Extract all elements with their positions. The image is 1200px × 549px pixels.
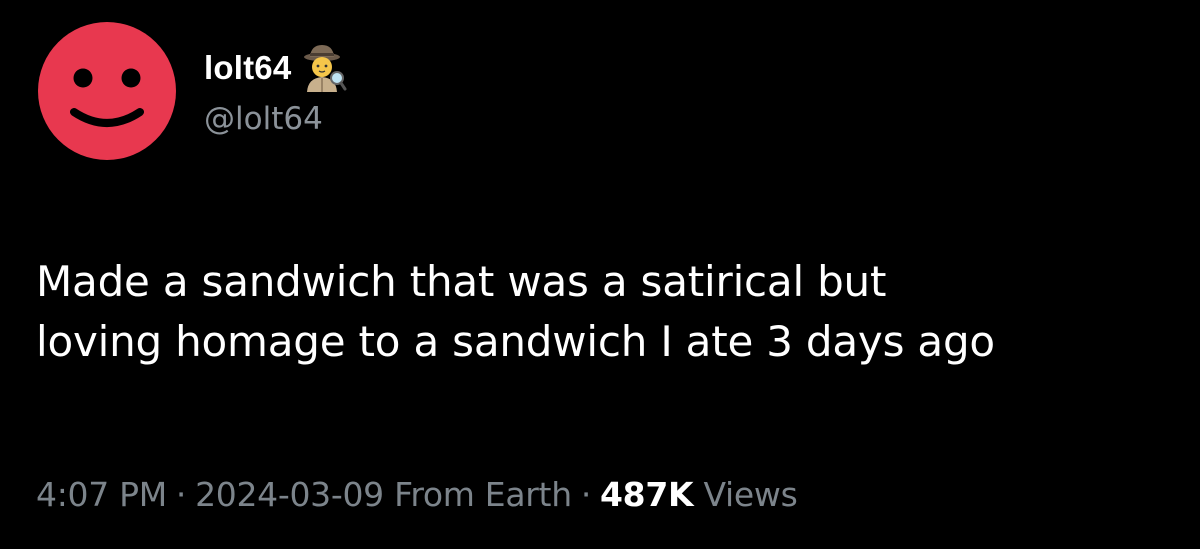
display-name[interactable]: lolt64 (204, 49, 291, 87)
detective-emoji-icon (301, 42, 347, 94)
tweet-meta: 4:07 PM · 2024-03-09 From Earth · 487K Views (36, 475, 798, 514)
user-handle[interactable]: @lolt64 (204, 101, 323, 137)
meta-separator: · (175, 475, 187, 514)
tweet-time[interactable]: 4:07 PM (36, 475, 167, 514)
tweet-date[interactable]: 2024-03-09 (195, 475, 384, 514)
views-count: 487K (600, 475, 694, 514)
tweet-card: lolt64 @lolt64 Made a sandwich that was … (0, 0, 1200, 549)
tweet-text-line: Made a sandwich that was a satirical but (36, 257, 887, 306)
smiley-face-icon (38, 22, 176, 160)
tweet-source: From Earth (394, 475, 572, 514)
author-name-row: lolt64 (204, 40, 347, 96)
meta-separator: · (580, 475, 592, 514)
views-label: Views (703, 475, 798, 514)
tweet-text-line: loving homage to a sandwich I ate 3 days… (36, 317, 995, 366)
tweet-text: Made a sandwich that was a satirical but… (36, 252, 1166, 372)
avatar[interactable] (38, 22, 176, 160)
